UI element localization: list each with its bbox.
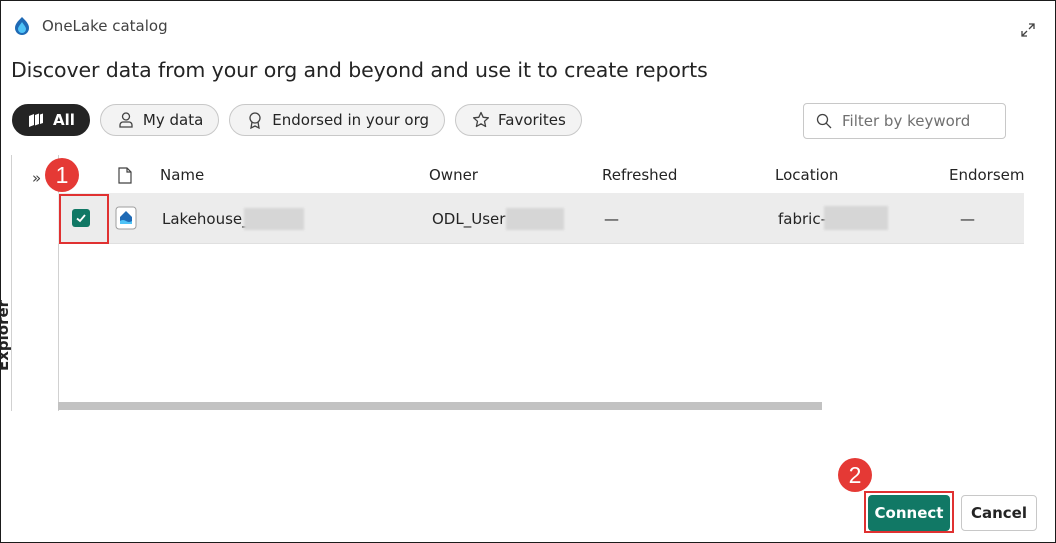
data-table: Name Owner Refreshed Location Endorseme …	[58, 160, 1024, 400]
explorer-panel[interactable]: » Explorer	[0, 155, 59, 411]
row-refreshed: —	[604, 210, 619, 228]
search-box[interactable]	[803, 103, 1006, 139]
chip-label: Endorsed in your org	[272, 111, 430, 129]
chip-my-data[interactable]: My data	[99, 104, 220, 136]
chip-endorsed[interactable]: Endorsed in your org	[229, 104, 446, 136]
redacted-block	[244, 208, 304, 230]
person-icon	[119, 112, 133, 128]
step-badge-2: 2	[838, 458, 872, 492]
column-header-location[interactable]: Location	[775, 166, 838, 184]
search-icon	[816, 113, 832, 129]
column-header-endorsement[interactable]: Endorseme	[949, 166, 1024, 184]
star-icon	[472, 111, 490, 128]
chip-label: All	[53, 111, 75, 129]
row-location: fabric-	[778, 210, 826, 228]
dialog-title: OneLake catalog	[42, 17, 168, 35]
chip-label: Favorites	[498, 111, 566, 129]
search-input[interactable]	[840, 111, 1004, 131]
table-row[interactable]: Lakehouse_1 ODL_User 1 — fabric- —	[58, 193, 1024, 244]
callout-highlight-checkbox	[59, 194, 109, 244]
cancel-button[interactable]: Cancel	[961, 495, 1037, 531]
column-header-refreshed[interactable]: Refreshed	[602, 166, 677, 184]
column-header-name[interactable]: Name	[160, 166, 204, 184]
double-chevron-right-icon[interactable]: »	[32, 169, 41, 187]
horizontal-scrollbar[interactable]	[58, 402, 822, 410]
redacted-block	[824, 206, 888, 230]
page-title: Discover data from your org and beyond a…	[11, 58, 708, 82]
dialog-header: OneLake catalog	[12, 16, 168, 36]
lakehouse-icon	[115, 206, 137, 230]
onelake-logo-icon	[15, 17, 29, 35]
step-badge-1: 1	[45, 158, 79, 192]
table-header: Name Owner Refreshed Location Endorseme	[58, 160, 1024, 190]
row-endorsement: —	[960, 210, 975, 228]
chip-all[interactable]: All	[12, 104, 90, 136]
chip-label: My data	[142, 111, 204, 129]
redacted-block	[506, 208, 564, 230]
chip-favorites[interactable]: Favorites	[455, 104, 582, 136]
ribbon-icon	[249, 112, 261, 129]
file-icon	[118, 167, 132, 184]
explorer-label: Explorer	[0, 299, 12, 371]
all-items-icon	[29, 113, 43, 127]
filter-chips: All My data Endorsed in your org Favorit…	[12, 104, 582, 136]
column-header-owner[interactable]: Owner	[429, 166, 478, 184]
connect-button[interactable]: Connect	[868, 495, 950, 531]
expand-icon[interactable]	[1020, 22, 1036, 38]
